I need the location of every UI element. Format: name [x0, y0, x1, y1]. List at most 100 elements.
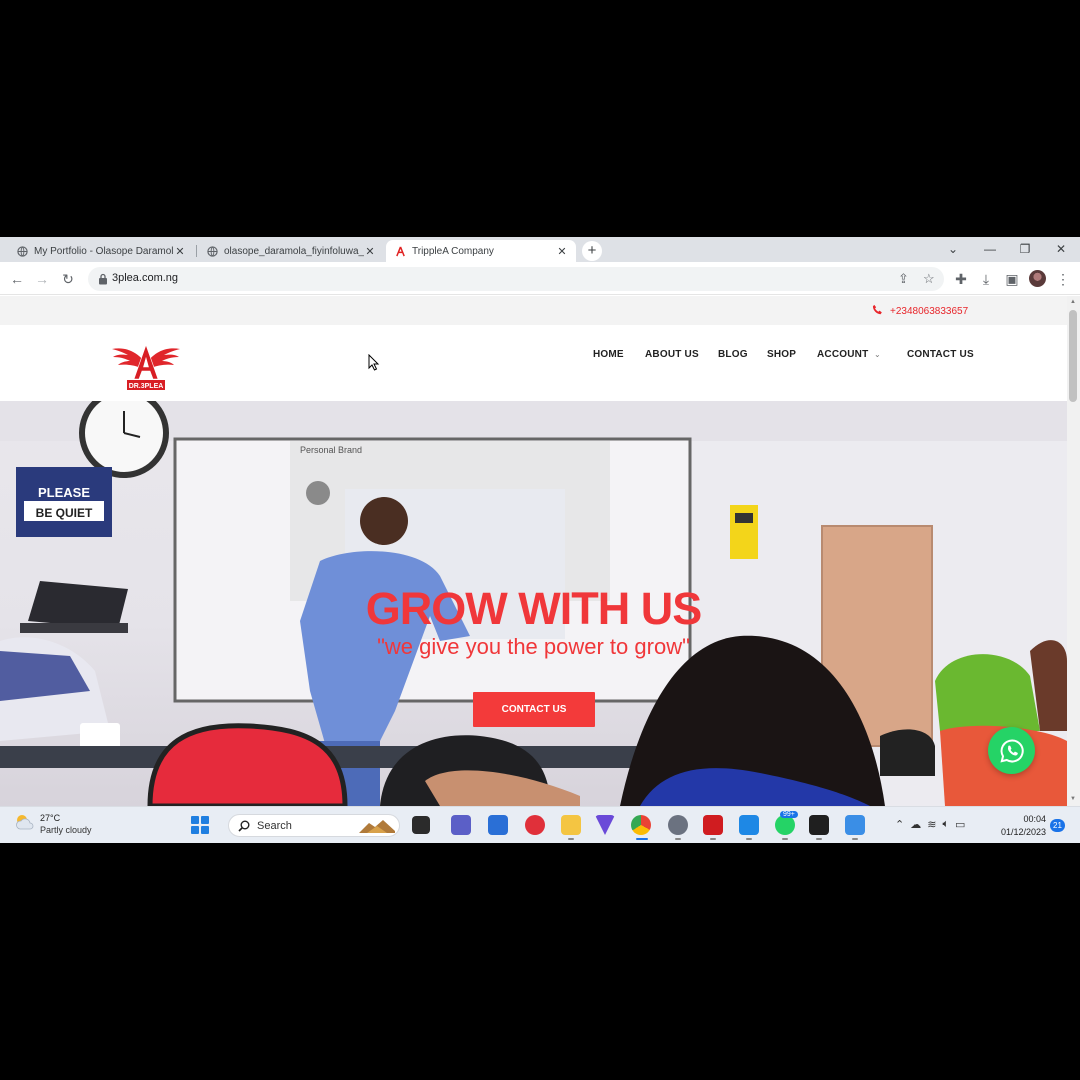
scroll-down-icon[interactable]: ▼: [1070, 796, 1076, 802]
close-tab-icon[interactable]: ✕: [174, 245, 186, 258]
running-indicator: [816, 838, 822, 840]
tab-olasope[interactable]: olasope_daramola_fiyinfoluwa_c ✕: [198, 240, 384, 262]
battery-icon[interactable]: ▭: [955, 818, 965, 831]
share-icon[interactable]: ⇪: [898, 271, 909, 287]
microsoft-store-icon[interactable]: [488, 815, 508, 835]
volume-icon[interactable]: 🔈︎: [942, 818, 949, 831]
whatsapp-badge: 99+: [780, 811, 798, 818]
file-explorer-icon[interactable]: [561, 815, 581, 835]
lock-icon: [98, 272, 112, 286]
chrome-icon[interactable]: [631, 815, 651, 835]
terminal-icon[interactable]: [809, 815, 829, 835]
minimize-icon[interactable]: —: [975, 240, 1005, 258]
slide-label: Personal Brand: [300, 445, 362, 455]
wifi-icon[interactable]: ≋: [927, 818, 936, 831]
nav-blog[interactable]: BLOG: [718, 349, 748, 360]
brave-browser-icon[interactable]: [525, 815, 545, 835]
bookmark-star-icon[interactable]: ☆: [923, 271, 935, 287]
running-indicator: [852, 838, 858, 840]
tripplea-favicon-icon: [394, 245, 406, 257]
whatsapp-chat-button[interactable]: [988, 727, 1035, 774]
search-highlight-icon: [359, 820, 395, 833]
nav-home[interactable]: HOME: [593, 349, 624, 360]
menu-kebab-icon[interactable]: ⋮: [1053, 269, 1073, 289]
extensions-icon[interactable]: ✚: [951, 269, 971, 289]
running-indicator: [746, 838, 752, 840]
whatsapp-icon: [999, 738, 1024, 763]
onedrive-icon[interactable]: ☁: [910, 818, 921, 831]
vscode-icon[interactable]: [739, 815, 759, 835]
weather-temp: 27°C: [40, 813, 61, 823]
tab-tripplea[interactable]: TrippleA Company ✕: [386, 240, 576, 262]
paint-app-icon[interactable]: [845, 815, 865, 835]
start-button[interactable]: [191, 816, 209, 834]
globe-icon: [16, 245, 28, 257]
nav-about-us[interactable]: ABOUT US: [645, 349, 699, 360]
nav-contact-us[interactable]: CONTACT US: [907, 349, 974, 360]
side-panel-icon[interactable]: ▣: [1002, 269, 1022, 289]
whatsapp-app-icon[interactable]: [775, 815, 795, 835]
page-scrollbar[interactable]: ▲ ▼: [1067, 296, 1080, 806]
back-icon[interactable]: ←: [7, 269, 27, 289]
acrobat-icon[interactable]: [703, 815, 723, 835]
hero-subtitle: "we give you the power to grow": [377, 634, 690, 659]
reload-icon[interactable]: ↻: [58, 269, 78, 289]
sign-please: PLEASE: [38, 485, 90, 500]
website: +2348063833657 DR.3PLEA HOME ABOUT US BL…: [0, 296, 1067, 806]
chevron-up-icon[interactable]: ⌃: [895, 818, 904, 831]
hero-title: GROW WITH US: [365, 583, 702, 634]
running-indicator: [710, 838, 716, 840]
tab-portfolio[interactable]: My Portfolio - Olasope Daramola ✕: [8, 240, 194, 262]
scroll-up-icon[interactable]: ▲: [1070, 299, 1076, 305]
hero-contact-button[interactable]: CONTACT US: [473, 692, 595, 727]
site-header: DR.3PLEA HOME ABOUT US BLOG SHOP ACCOUNT…: [0, 325, 1067, 401]
browser-toolbar: ← → ↻ 3plea.com.ng ⇪ ☆ ✚ ⤓ ▣ ⋮: [0, 262, 1080, 295]
tab-strip: My Portfolio - Olasope Daramola ✕ olasop…: [0, 237, 1080, 262]
phone-number: +2348063833657: [890, 305, 969, 317]
address-bar[interactable]: 3plea.com.ng ⇪ ☆: [88, 267, 944, 291]
settings-gear-icon[interactable]: [668, 815, 688, 835]
running-indicator: [782, 838, 788, 840]
close-tab-icon[interactable]: ✕: [364, 245, 376, 258]
profile-avatar[interactable]: [1029, 270, 1046, 287]
globe-icon: [206, 245, 218, 257]
download-icon[interactable]: ⤓: [976, 269, 996, 289]
phone-icon: [872, 304, 883, 318]
nav-account[interactable]: ACCOUNT: [817, 349, 868, 360]
phone-contact[interactable]: +2348063833657: [872, 304, 968, 318]
forward-icon[interactable]: →: [32, 269, 52, 289]
new-tab-button[interactable]: +: [582, 241, 602, 261]
clock-time: 00:04: [1023, 814, 1046, 824]
restore-icon[interactable]: ❐: [1010, 240, 1040, 258]
windows-taskbar: 27°C Partly cloudy Search 99+ ⌃ ☁ ≋ 🔈︎ ▭: [0, 806, 1080, 843]
browser-window: My Portfolio - Olasope Daramola ✕ olasop…: [0, 237, 1080, 806]
logo-text: DR.3PLEA: [129, 383, 164, 390]
search-icon: [238, 820, 250, 832]
task-view-icon[interactable]: [412, 816, 430, 834]
scroll-thumb[interactable]: [1069, 310, 1077, 402]
search-placeholder: Search: [257, 820, 292, 832]
site-topbar: +2348063833657: [0, 296, 1067, 325]
chevron-down-icon[interactable]: ⌄: [874, 350, 881, 359]
clock-date: 01/12/2023: [1000, 827, 1046, 837]
weather-condition: Partly cloudy: [40, 825, 92, 835]
url-text: 3plea.com.ng: [112, 272, 179, 284]
running-indicator: [568, 838, 574, 840]
close-tab-icon[interactable]: ✕: [556, 245, 568, 258]
weather-widget[interactable]: 27°C Partly cloudy: [14, 813, 92, 835]
tab-title: TrippleA Company: [412, 245, 494, 257]
hero-section: Personal Brand PLEASE BE QUIET GROW WITH…: [0, 401, 1067, 806]
taskbar-search-box[interactable]: Search: [228, 814, 400, 837]
tab-title: My Portfolio - Olasope Daramola: [34, 245, 174, 257]
teams-chat-icon[interactable]: [451, 815, 471, 835]
clock[interactable]: 00:04 01/12/2023: [996, 813, 1046, 839]
vpn-app-icon[interactable]: [595, 815, 615, 835]
dr3plea-logo[interactable]: DR.3PLEA: [110, 341, 182, 393]
notification-badge[interactable]: 21: [1050, 819, 1065, 832]
partly-cloudy-icon: [16, 815, 34, 830]
nav-shop[interactable]: SHOP: [767, 349, 796, 360]
active-indicator: [636, 838, 648, 840]
tab-search-icon[interactable]: ⌄: [938, 240, 968, 258]
close-window-icon[interactable]: ✕: [1046, 240, 1076, 258]
tab-title: olasope_daramola_fiyinfoluwa_c: [224, 245, 364, 257]
